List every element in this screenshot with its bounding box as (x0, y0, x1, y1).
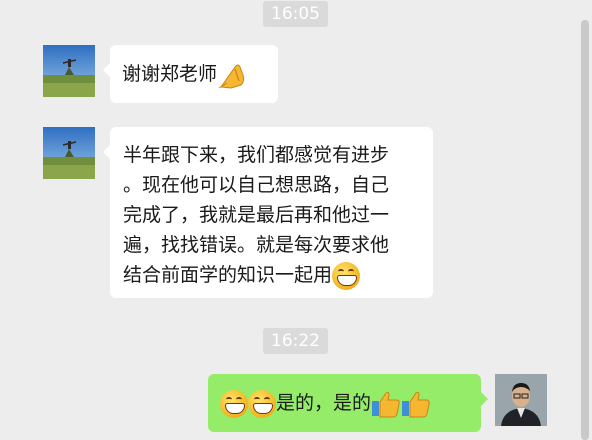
contact-avatar[interactable] (43, 45, 95, 97)
avatar-landscape-image (43, 45, 95, 97)
timestamp: 16:05 (263, 1, 328, 27)
avatar-portrait-image (495, 374, 547, 426)
scrollbar[interactable] (581, 20, 589, 440)
timestamp: 16:22 (263, 328, 328, 354)
my-avatar[interactable] (495, 374, 547, 426)
thumbs-up-icon (401, 390, 431, 418)
grin-icon (220, 389, 248, 418)
message-bubble-incoming[interactable]: 谢谢郑老师 (103, 45, 278, 103)
message-text: 是的，是的 (276, 392, 372, 414)
message-text: 谢谢郑老师 (122, 63, 218, 85)
pray-icon (217, 61, 249, 89)
message-bubble-incoming[interactable]: 半年跟下来，我们都感觉有进步 。现在他可以自己想思路，自己 完成了，我就是最后再… (103, 127, 433, 298)
contact-avatar[interactable] (43, 127, 95, 179)
grin-icon (332, 261, 361, 290)
message-bubble-outgoing[interactable]: 是的，是的 (208, 374, 488, 432)
avatar-landscape-image (43, 127, 95, 179)
grin-icon (248, 389, 276, 418)
chat-message-list[interactable]: 16:05 谢谢郑老师 半年跟下来，我们都感觉有进步 。现在他可以自己想思路，自… (0, 0, 578, 440)
thumbs-up-icon (371, 390, 401, 418)
